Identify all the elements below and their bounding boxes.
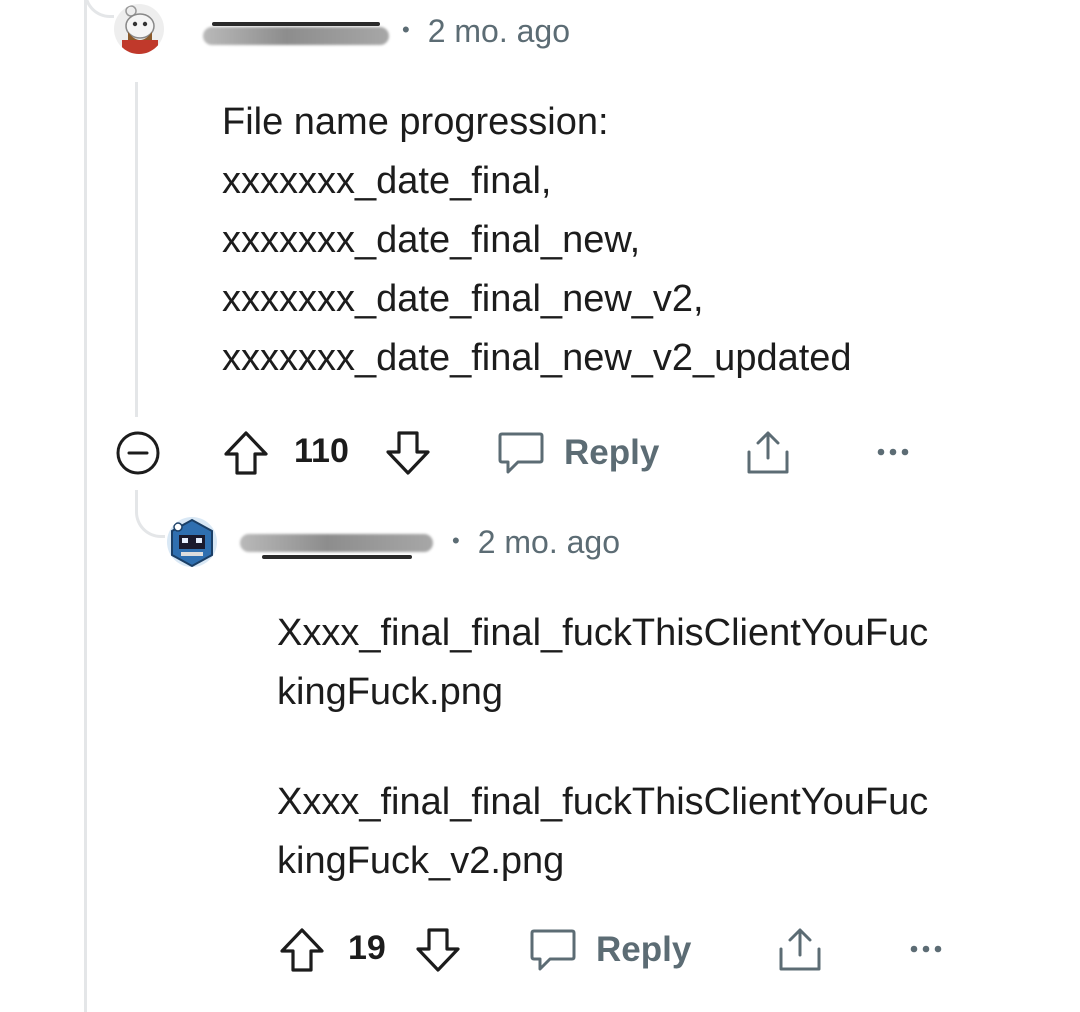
collapse-button[interactable] bbox=[114, 429, 162, 477]
timestamp: 2 mo. ago bbox=[427, 13, 571, 49]
share-icon bbox=[779, 928, 821, 971]
ellipsis-icon bbox=[877, 448, 909, 456]
arrow-down-icon bbox=[386, 431, 430, 475]
minus-circle-icon bbox=[116, 431, 160, 475]
comment-body: Xxxx_final_final_fuckThisClientYouFuc ki… bbox=[277, 604, 928, 891]
arrow-up-icon bbox=[280, 928, 324, 972]
speech-bubble-icon bbox=[498, 432, 544, 474]
separator-dot: • bbox=[402, 17, 410, 42]
speech-bubble-icon bbox=[530, 929, 576, 971]
reply-thread-elbow bbox=[135, 490, 165, 538]
comment-line: xxxxxxx_date_final_new_v2, bbox=[222, 278, 704, 320]
separator-dot: • bbox=[452, 528, 460, 553]
reply-button[interactable]: Reply bbox=[528, 926, 691, 974]
comment-line: xxxxxxx_date_final, bbox=[222, 160, 552, 202]
snoo-avatar-icon bbox=[114, 4, 164, 54]
username-redacted-edge bbox=[262, 555, 412, 559]
timestamp: 2 mo. ago bbox=[477, 524, 621, 560]
arrow-down-icon bbox=[416, 928, 460, 972]
reply-label: Reply bbox=[564, 433, 660, 472]
vote-score: 19 bbox=[348, 929, 386, 967]
comment-line: xxxxxxx_date_final_new, bbox=[222, 219, 641, 261]
username-redacted[interactable] bbox=[240, 534, 433, 552]
comment-line: kingFuck.png bbox=[277, 671, 504, 713]
arrow-up-icon bbox=[224, 431, 268, 475]
comment-meta: • 2 mo. ago bbox=[402, 13, 570, 50]
reply-button[interactable]: Reply bbox=[496, 429, 659, 477]
username-redacted-edge bbox=[212, 22, 380, 26]
upvote-button[interactable] bbox=[221, 428, 271, 478]
comment-line: kingFuck_v2.png bbox=[277, 840, 565, 882]
robot-avatar-icon bbox=[167, 517, 217, 567]
vote-score: 110 bbox=[294, 432, 349, 470]
upvote-button[interactable] bbox=[277, 925, 327, 975]
comment-line: File name progression: bbox=[222, 101, 609, 143]
avatar[interactable] bbox=[114, 4, 164, 54]
username-redacted[interactable] bbox=[203, 27, 389, 45]
more-options-button[interactable] bbox=[876, 446, 910, 458]
comment-line: Xxxx_final_final_fuckThisClientYouFuc bbox=[277, 781, 929, 823]
reply-label: Reply bbox=[596, 930, 692, 969]
share-icon bbox=[747, 431, 789, 474]
top-thread-elbow bbox=[84, 0, 114, 18]
downvote-button[interactable] bbox=[383, 428, 433, 478]
downvote-button[interactable] bbox=[413, 925, 463, 975]
outer-thread-line bbox=[84, 0, 87, 1012]
comment-meta: • 2 mo. ago bbox=[452, 524, 620, 561]
comment-line: Xxxx_final_final_fuckThisClientYouFuc bbox=[277, 612, 929, 654]
avatar[interactable] bbox=[167, 517, 217, 567]
comment-thread-line[interactable] bbox=[135, 82, 138, 417]
comment-body: File name progression: xxxxxxx_date_fina… bbox=[222, 93, 852, 388]
share-button[interactable] bbox=[743, 428, 793, 478]
comment-line: xxxxxxx_date_final_new_v2_updated bbox=[222, 337, 852, 379]
share-button[interactable] bbox=[775, 925, 825, 975]
comment-line bbox=[277, 722, 928, 773]
ellipsis-icon bbox=[910, 945, 942, 953]
more-options-button[interactable] bbox=[909, 943, 943, 955]
